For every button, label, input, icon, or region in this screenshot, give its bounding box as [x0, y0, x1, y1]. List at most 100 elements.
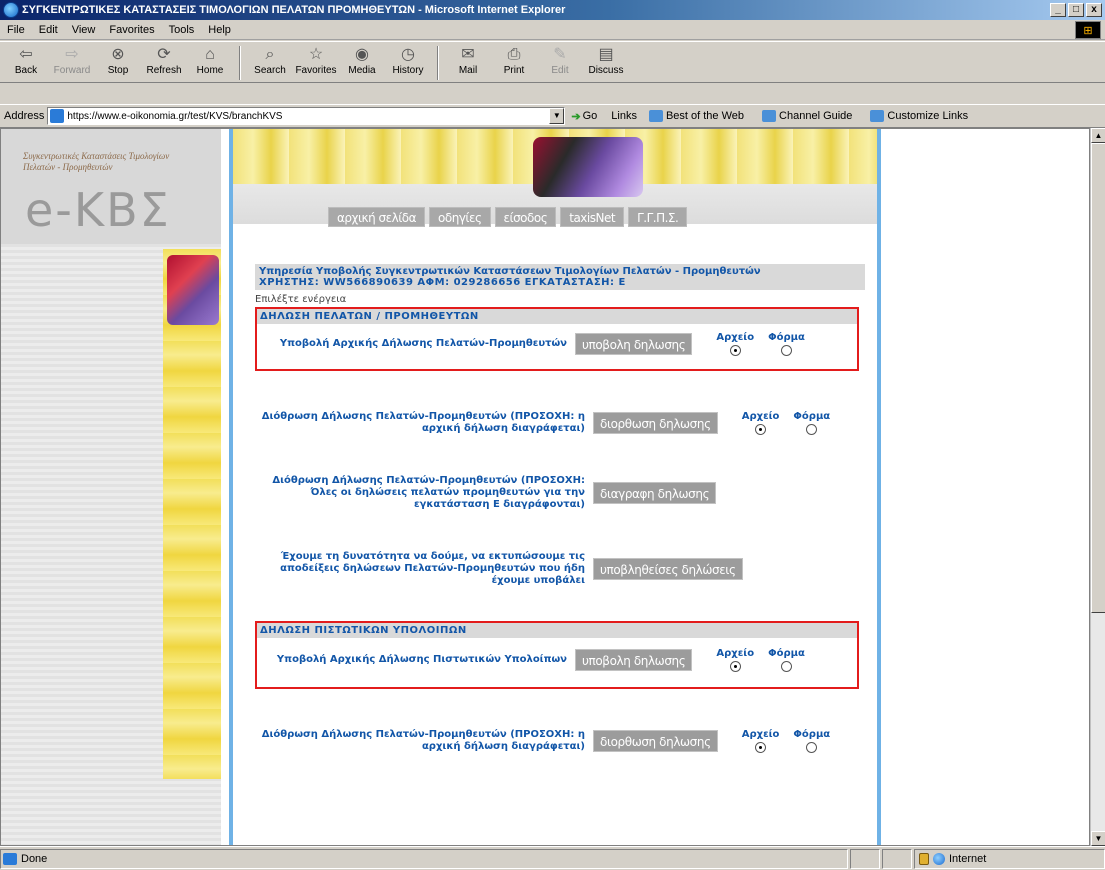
media-button[interactable]: ◉ Media [339, 42, 385, 76]
maximize-button[interactable]: □ [1068, 3, 1084, 17]
submit-credit-declaration-button[interactable]: υποβολη δηλωσης [575, 649, 693, 671]
vertical-scrollbar[interactable]: ▲ ▼ [1090, 128, 1105, 846]
scroll-up-icon[interactable]: ▲ [1091, 128, 1105, 143]
row-description: Έχουμε τη δυνατότητα να δούμε, να εκτυπώ… [280, 551, 585, 586]
mail-button[interactable]: ✉ Mail [445, 42, 491, 76]
window-title: ΣΥΓΚΕΝΤΡΩΤΙΚΕΣ ΚΑΤΑΣΤΑΣΕΙΣ ΤΙΜΟΛΟΓΙΩΝ ΠΕ… [22, 4, 566, 16]
nav-ggps[interactable]: Γ.Γ.Π.Σ. [628, 207, 688, 227]
service-header: Υπηρεσία Υποβολής Συγκεντρωτικών Καταστά… [255, 264, 865, 290]
edit-button[interactable]: ✎ Edit [537, 42, 583, 76]
action-row: Διόθρωση Δήλωσης Πελατών-Προμηθευτών (ΠΡ… [255, 475, 863, 511]
menu-edit[interactable]: Edit [32, 24, 65, 36]
format-form-label: Φόρμα [793, 411, 831, 422]
stop-button[interactable]: ⊗ Stop [95, 42, 141, 76]
go-button[interactable]: ➔ Go [571, 110, 597, 123]
menu-favorites[interactable]: Favorites [102, 24, 161, 36]
delete-declaration-button[interactable]: διαγραφη δηλωσης [593, 482, 717, 504]
ie-icon [3, 2, 19, 18]
print-button[interactable]: ⎙ Print [491, 42, 537, 76]
mail-icon: ✉ [461, 46, 475, 63]
submitted-declarations-button[interactable]: υποβληθείσες δηλώσεις [593, 558, 743, 580]
format-file-label: Αρχείο [741, 729, 780, 740]
submit-declaration-button[interactable]: υποβολη δηλωσης [575, 333, 693, 355]
address-url: https://www.e-oikonomia.gr/test/KVS/bran… [67, 110, 283, 122]
link-channel-guide[interactable]: Channel Guide [756, 110, 858, 122]
choose-action-label: Επιλέξτε ενέργεια [255, 294, 347, 305]
link-page-icon [762, 110, 777, 122]
radio-file[interactable] [729, 345, 741, 356]
user-info: ΧΡΗΣΤΗΣ: WW566890639 ΑΦΜ: 029286656 ΕΓΚΑ… [259, 277, 626, 288]
section-credit-balances: ΔΗΛΩΣΗ ΠΙΣΤΩΤΙΚΩΝ ΥΠΟΛΟΙΠΩΝ Υποβολή Αρχι… [255, 621, 859, 689]
history-icon: ◷ [401, 46, 415, 63]
format-choice: Αρχείο Φόρμα [742, 411, 830, 435]
radio-form[interactable] [806, 424, 818, 435]
link-customize-links[interactable]: Customize Links [864, 110, 974, 122]
menu-view[interactable]: View [65, 24, 103, 36]
radio-form[interactable] [780, 661, 792, 672]
correct-credit-declaration-button[interactable]: διορθωση δηλωσης [593, 730, 718, 752]
address-input[interactable]: https://www.e-oikonomia.gr/test/KVS/bran… [47, 107, 566, 125]
logo-text: e-ΚΒΣ [25, 183, 171, 237]
menu-file[interactable]: File [0, 24, 32, 36]
lock-icon [919, 852, 929, 865]
home-button[interactable]: ⌂ Home [187, 42, 233, 76]
format-form-label: Φόρμα [768, 648, 805, 659]
radio-file[interactable] [755, 742, 767, 753]
links-bar: Links Best of the Web Channel Guide Cust… [611, 110, 974, 122]
favorites-button[interactable]: ☆ Favorites [293, 42, 339, 76]
nav-login[interactable]: είσοδος [494, 207, 557, 227]
link-page-icon [648, 110, 663, 122]
nav-taxisnet[interactable]: taxisNet [560, 207, 625, 227]
refresh-button[interactable]: ⟳ Refresh [141, 42, 187, 76]
correct-declaration-button[interactable]: διορθωση δηλωσης [593, 412, 718, 434]
row-description: Υποβολή Αρχικής Δήλωσης Πελατών-Προμηθευ… [279, 338, 567, 349]
forward-button[interactable]: ⇨ Forward [49, 42, 95, 76]
standard-toolbar: ⇦ Back ⇨ Forward ⊗ Stop ⟳ Refresh ⌂ Home ⌕ Sea… [0, 41, 1105, 83]
action-row: Διόθρωση Δήλωσης Πελατών-Προμηθευτών (ΠΡ… [255, 411, 863, 435]
address-bar: Address https://www.e-oikonomia.gr/test/… [0, 104, 1105, 128]
scroll-thumb[interactable] [1091, 143, 1105, 613]
radio-form[interactable] [780, 345, 792, 356]
format-file-label: Αρχείο [716, 332, 755, 343]
stop-icon: ⊗ [111, 46, 125, 63]
address-dropdown-icon[interactable]: ▼ [549, 108, 565, 124]
search-button[interactable]: ⌕ Search [247, 42, 293, 76]
nav-instructions[interactable]: οδηγίες [429, 207, 491, 227]
discuss-icon: ▤ [598, 46, 614, 63]
link-page-icon [870, 110, 885, 122]
menu-help[interactable]: Help [201, 24, 238, 36]
discuss-button[interactable]: ▤ Discuss [583, 42, 629, 76]
status-main: Done [0, 848, 848, 869]
status-cell [850, 848, 880, 869]
scroll-down-icon[interactable]: ▼ [1091, 831, 1105, 846]
back-arrow-icon: ⇦ [19, 46, 33, 63]
radio-form[interactable] [806, 742, 818, 753]
back-button[interactable]: ⇦ Back [3, 42, 49, 76]
minimize-button[interactable]: _ [1050, 3, 1066, 17]
radio-file[interactable] [729, 661, 741, 672]
action-row: Υποβολή Αρχικής Δήλωσης Πιστωτικών Υπολο… [257, 648, 857, 672]
media-icon: ◉ [355, 46, 369, 63]
history-button[interactable]: ◷ History [385, 42, 431, 76]
page-done-icon [3, 852, 17, 865]
link-best-of-web[interactable]: Best of the Web [643, 110, 750, 122]
banner-image [533, 137, 643, 197]
format-choice: Αρχείο Φόρμα [716, 332, 805, 356]
service-title: Υπηρεσία Υποβολής Συγκεντρωτικών Καταστά… [259, 266, 761, 277]
row-description: Διόθρωση Δήλωσης Πελατών-Προμηθευτών (ΠΡ… [261, 729, 585, 752]
menu-tools[interactable]: Tools [162, 24, 202, 36]
toolbar-separator [239, 46, 241, 80]
header-banner: αρχική σελίδα οδηγίες είσοδος taxisNet Γ… [233, 129, 877, 227]
nav-home[interactable]: αρχική σελίδα [328, 207, 426, 227]
home-icon: ⌂ [205, 46, 215, 63]
refresh-icon: ⟳ [157, 46, 171, 63]
row-description: Διόθρωση Δήλωσης Πελατών-Προμηθευτών (ΠΡ… [272, 475, 585, 510]
close-button[interactable]: x [1086, 3, 1102, 17]
print-icon: ⎙ [507, 46, 521, 63]
action-row: Διόθρωση Δήλωσης Πελατών-Προμηθευτών (ΠΡ… [255, 729, 863, 753]
section-header: ΔΗΛΩΣΗ ΠΕΛΑΤΩΝ / ΠΡΟΜΗΘΕΥΤΩΝ [257, 309, 857, 324]
radio-file[interactable] [755, 424, 767, 435]
status-cell [882, 848, 912, 869]
decorative-strip [163, 249, 221, 779]
top-nav: αρχική σελίδα οδηγίες είσοδος taxisNet Γ… [328, 207, 688, 227]
